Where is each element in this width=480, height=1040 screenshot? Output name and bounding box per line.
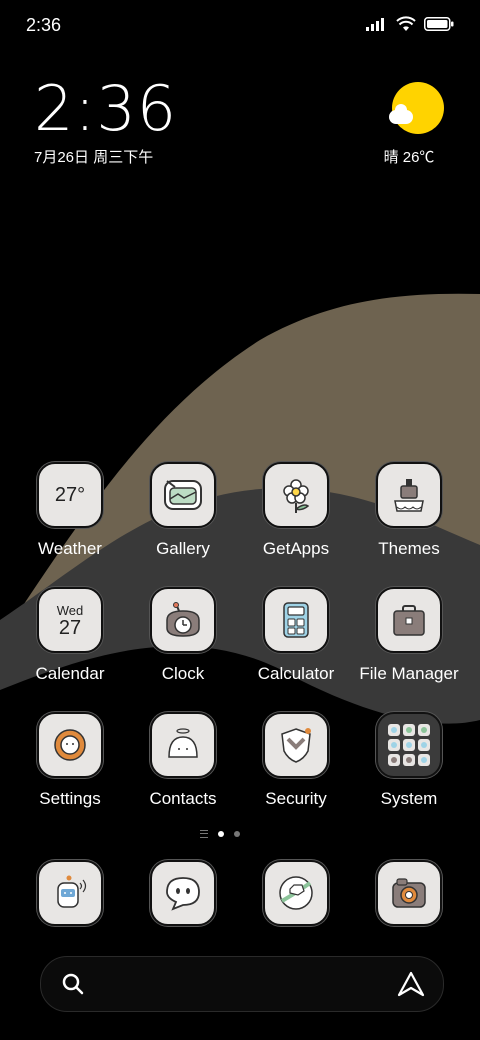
app-themes[interactable]: Themes (353, 462, 465, 559)
weather-widget[interactable]: 晴 26℃ (384, 82, 444, 167)
gallery-icon (150, 462, 216, 528)
messages-icon (150, 860, 216, 926)
app-getapps[interactable]: GetApps (240, 462, 352, 559)
calculator-icon (263, 587, 329, 653)
system-folder-icon (376, 712, 442, 778)
signal-icon (366, 18, 384, 31)
getapps-icon (263, 462, 329, 528)
settings-icon (37, 712, 103, 778)
page-indicator[interactable] (200, 830, 240, 838)
page-dot (234, 831, 240, 837)
clock-date: 7月26日 周三下午 (34, 149, 154, 166)
weather-icon: 27° (37, 462, 103, 528)
app-security[interactable]: Security (240, 712, 352, 809)
security-icon (263, 712, 329, 778)
feed-page-icon (200, 830, 208, 838)
weather-tile-temp: 27° (54, 483, 86, 506)
app-label: Clock (161, 664, 205, 683)
app-system-folder[interactable]: System (353, 712, 465, 809)
clock-icon (150, 587, 216, 653)
search-bar[interactable] (40, 956, 444, 1012)
sunny-icon (389, 82, 444, 134)
calendar-icon: Wed 27 (37, 587, 103, 653)
contacts-icon (150, 712, 216, 778)
dock-messages[interactable] (127, 860, 239, 926)
page-dot-active (218, 831, 224, 837)
dock-browser[interactable] (240, 860, 352, 926)
app-label: Calendar (35, 664, 105, 683)
status-bar: 2:36 (0, 0, 480, 50)
app-label: File Manager (359, 664, 459, 683)
app-label: Contacts (149, 789, 217, 808)
weather-text: 晴 26℃ (383, 149, 435, 166)
app-gallery[interactable]: Gallery (127, 462, 239, 559)
themes-icon (376, 462, 442, 528)
app-contacts[interactable]: Contacts (127, 712, 239, 809)
search-icon (62, 973, 84, 995)
app-label: GetApps (262, 539, 330, 558)
app-settings[interactable]: Settings (14, 712, 126, 809)
app-label: Settings (39, 789, 101, 808)
battery-icon (424, 17, 454, 31)
app-file-manager[interactable]: File Manager (353, 587, 465, 684)
app-calculator[interactable]: Calculator (240, 587, 352, 684)
app-label: System (380, 789, 438, 808)
dock-phone[interactable] (14, 860, 126, 926)
app-label: Weather (38, 539, 102, 558)
app-clock[interactable]: Clock (127, 587, 239, 684)
wifi-icon (396, 16, 416, 31)
browser-icon (263, 860, 329, 926)
clock-time: 2:36 (34, 72, 178, 145)
camera-icon (376, 860, 442, 926)
dock-camera[interactable] (353, 860, 465, 926)
status-time: 2:36 (26, 15, 62, 35)
calendar-tile-day: Wed (56, 602, 84, 618)
phone-icon (37, 860, 103, 926)
file-manager-icon (376, 587, 442, 653)
app-label: Gallery (156, 539, 210, 558)
app-label: Security (265, 789, 327, 808)
app-weather[interactable]: 27° Weather (14, 462, 126, 559)
assistant-icon[interactable] (397, 971, 425, 997)
app-label: Calculator (257, 664, 335, 683)
calendar-tile-date: 27 (58, 616, 82, 639)
app-calendar[interactable]: Wed 27 Calendar (14, 587, 126, 684)
app-label: Themes (378, 539, 440, 558)
clock-widget[interactable]: 2:36 7月26日 周三下午 (34, 78, 177, 167)
